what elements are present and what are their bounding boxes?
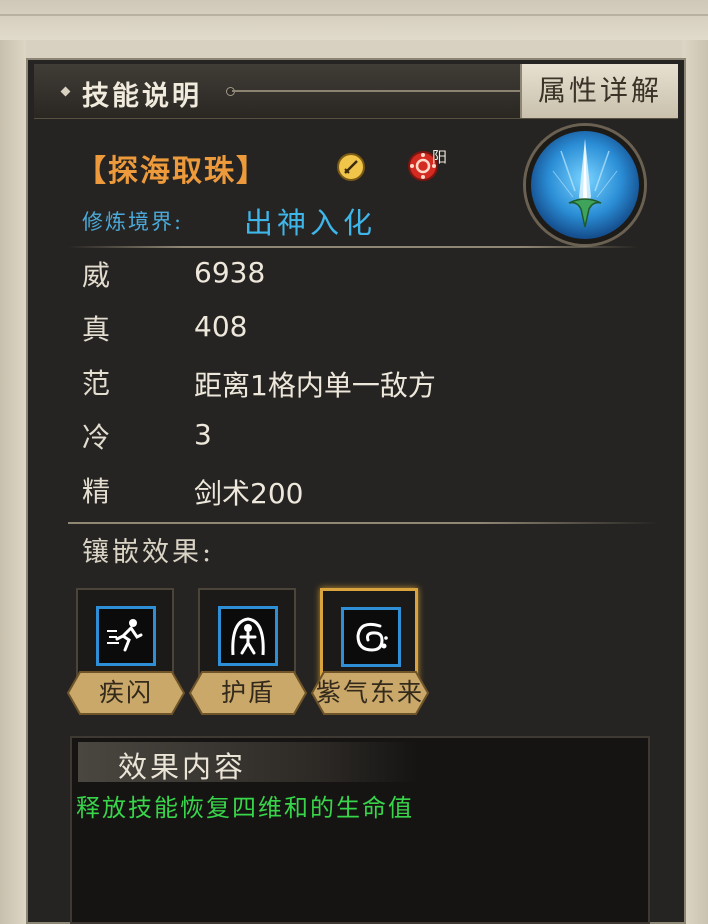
gem-name-dash: 疾闪 — [98, 678, 153, 707]
yang-element-icon: 阳 — [408, 148, 454, 184]
stat-key-true: 真 — [82, 313, 111, 346]
background-left-edge — [0, 40, 26, 924]
attribute-details-tab[interactable]: 属性详解 — [520, 64, 678, 118]
header-rule — [232, 90, 524, 92]
stat-key-cooldown: 冷 — [82, 421, 111, 454]
stat-value-cooldown: 3 — [194, 418, 212, 451]
divider — [68, 246, 638, 248]
panel-header: 技能说明 属性详解 — [34, 64, 678, 119]
stat-key-essence: 精 — [82, 475, 111, 508]
stat-key-range: 范 — [82, 367, 111, 400]
header-diamond-icon — [60, 86, 71, 97]
gem-banner-shield: 护盾 — [188, 670, 308, 716]
effect-description: 释放技能恢复四维和的生命值 — [76, 794, 414, 822]
realm-value: 出神入化 — [244, 206, 377, 240]
stat-value-range: 距离1格内单一敌方 — [194, 369, 436, 402]
background-divider — [0, 14, 708, 16]
skill-info-panel: 技能说明 属性详解 【探海取珠】 阳 修炼境界: 出神入化 威 6938 真 4… — [26, 58, 686, 924]
gem-banner-dash: 疾闪 — [66, 670, 186, 716]
stat-key-power: 威 — [82, 259, 111, 292]
sword-type-icon — [336, 152, 366, 182]
swirl-qi-icon — [341, 607, 401, 667]
sword-skill-orb-icon — [526, 126, 644, 244]
stat-value-true: 408 — [194, 310, 248, 343]
shield-figure-icon — [218, 606, 278, 666]
inlay-label: 镶嵌效果: — [82, 537, 215, 568]
dash-runner-icon — [96, 606, 156, 666]
effect-content-box: 效果内容 释放技能恢复四维和的生命值 — [70, 736, 650, 924]
effect-title: 效果内容 — [118, 750, 247, 784]
gem-name-purple-qi: 紫气东来 — [315, 678, 424, 707]
stat-value-essence: 剑术200 — [194, 477, 304, 510]
divider — [68, 522, 658, 524]
background-top — [0, 0, 708, 40]
skill-name: 【探海取珠】 — [76, 154, 268, 189]
panel-title: 技能说明 — [82, 81, 202, 112]
realm-label: 修炼境界: — [82, 210, 184, 234]
gem-banner-purple-qi: 紫气东来 — [310, 670, 430, 716]
stat-value-power: 6938 — [194, 256, 266, 289]
gem-name-shield: 护盾 — [220, 678, 275, 707]
yang-label: 阳 — [432, 148, 448, 166]
